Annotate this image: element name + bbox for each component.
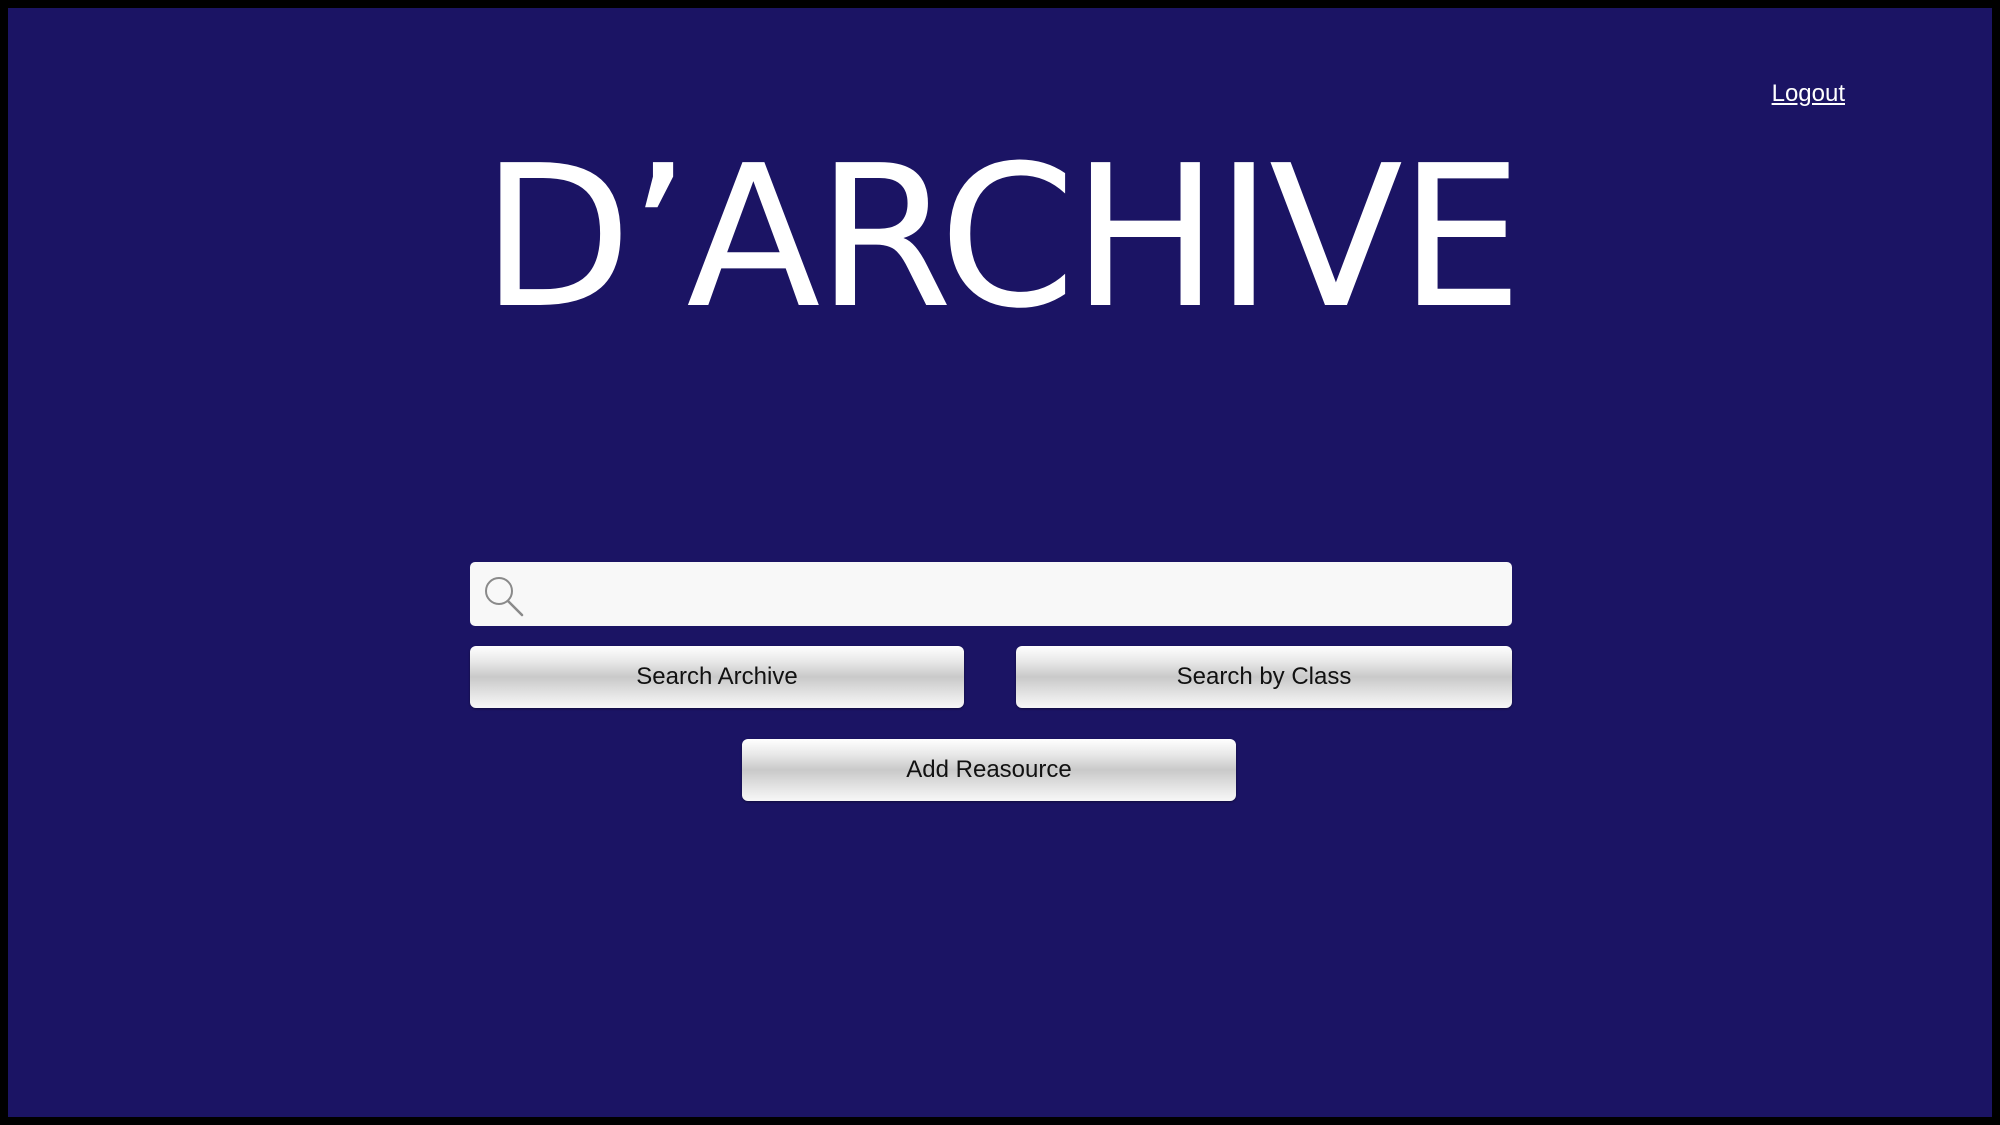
logout-link[interactable]: Logout <box>1772 80 1845 108</box>
search-by-class-button[interactable]: Search by Class <box>1016 646 1512 708</box>
search-bar[interactable] <box>470 562 1512 628</box>
search-icon <box>485 577 524 617</box>
search-archive-button[interactable]: Search Archive <box>470 646 964 708</box>
app-title: D’ARCHIVE <box>481 124 1523 352</box>
search-input[interactable] <box>534 562 1498 628</box>
main-screen: Logout D’ARCHIVE Search Archive Search b… <box>8 8 1992 1117</box>
add-resource-button[interactable]: Add Reasource <box>742 739 1236 801</box>
